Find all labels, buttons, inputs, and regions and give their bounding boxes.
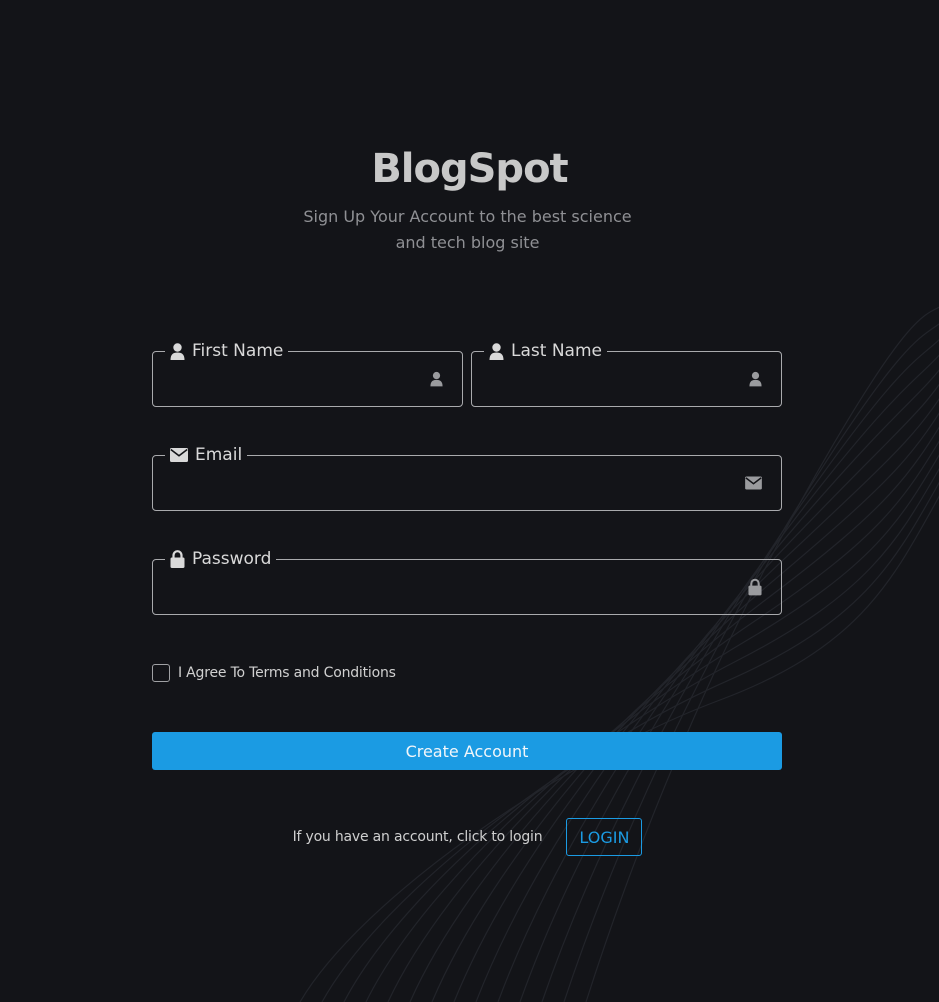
background-wave-line <box>343 468 939 1002</box>
terms-checkbox[interactable] <box>152 664 170 682</box>
lock-icon <box>748 578 762 596</box>
create-account-button[interactable]: Create Account <box>152 732 782 770</box>
background-wave-line <box>299 495 939 1002</box>
first-name-field[interactable]: First Name <box>152 339 463 407</box>
login-prompt: If you have an account, click to login <box>292 829 543 845</box>
password-field[interactable]: Password <box>152 547 782 615</box>
background-wave-line <box>541 339 939 1002</box>
background-wave-line <box>497 369 939 1002</box>
first-name-input[interactable] <box>153 352 462 406</box>
user-icon <box>430 371 443 387</box>
background-wave-line <box>519 354 939 1002</box>
password-input[interactable] <box>153 560 781 614</box>
last-name-input[interactable] <box>472 352 781 406</box>
last-name-field[interactable]: Last Name <box>471 339 782 407</box>
envelope-icon <box>745 476 762 490</box>
brand-title: BlogSpot <box>371 146 568 192</box>
login-row: If you have an account, click to login L… <box>0 818 939 856</box>
background-wave-line <box>475 383 939 1002</box>
signup-page: BlogSpot Sign Up Your Account to the bes… <box>0 0 939 1002</box>
email-input[interactable] <box>153 456 781 510</box>
terms-label[interactable]: I Agree To Terms and Conditions <box>178 665 396 681</box>
terms-row: I Agree To Terms and Conditions <box>152 664 396 682</box>
login-button[interactable]: LOGIN <box>566 818 643 856</box>
background-wave-line <box>321 481 939 1002</box>
user-icon <box>749 371 762 387</box>
brand-subtitle: Sign Up Your Account to the best science… <box>303 207 632 252</box>
email-field[interactable]: Email <box>152 443 782 511</box>
